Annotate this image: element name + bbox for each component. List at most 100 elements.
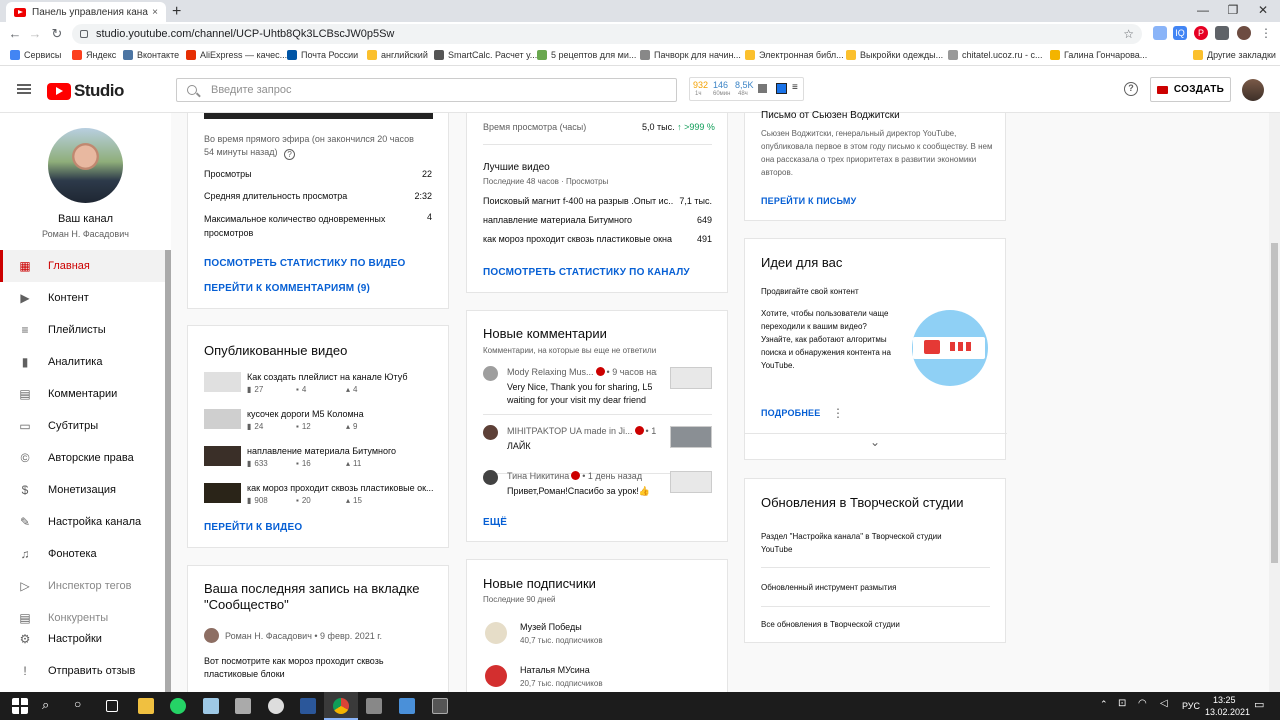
word-icon[interactable] bbox=[300, 698, 316, 714]
studio-logo[interactable]: Studio bbox=[47, 81, 124, 101]
close-window-button[interactable]: ✕ bbox=[1248, 3, 1278, 17]
view-video-stats-link[interactable]: ПОСМОТРЕТЬ СТАТИСТИКУ ПО ВИДЕО bbox=[204, 258, 406, 269]
subscriber-name[interactable]: Наталья МУсина bbox=[520, 665, 590, 675]
comment-author[interactable]: Mody Relaxing Mus... bbox=[507, 367, 594, 377]
update-item[interactable]: Все обновления в Творческой студии bbox=[761, 618, 971, 631]
bookmark-item[interactable]: 5 рецептов для ми... bbox=[537, 50, 636, 60]
sidebar-item-2[interactable]: ▶ Контент bbox=[0, 282, 165, 314]
more-comments-link[interactable]: ЕЩЁ bbox=[483, 517, 507, 528]
subscriber-avatar[interactable] bbox=[485, 665, 507, 687]
browser-menu-icon[interactable]: ⋮ bbox=[1259, 26, 1273, 40]
task-view-icon[interactable] bbox=[106, 700, 118, 712]
menu-lines-icon[interactable]: ≡ bbox=[792, 82, 798, 93]
comment-video-thumbnail[interactable] bbox=[670, 367, 712, 389]
app-icon[interactable] bbox=[268, 698, 284, 714]
sidebar-item-7[interactable]: © Авторские права bbox=[0, 442, 165, 474]
video-title[interactable]: как мороз проходит сквозь пластиковые ок… bbox=[247, 483, 437, 493]
file-explorer-icon[interactable] bbox=[138, 698, 154, 714]
subscriber-name[interactable]: Музей Победы bbox=[520, 622, 582, 632]
update-item[interactable]: Раздел "Настройка канала" в Творческой с… bbox=[761, 530, 971, 556]
account-avatar[interactable] bbox=[1242, 79, 1264, 101]
commenter-avatar[interactable] bbox=[483, 425, 498, 440]
top-video-title[interactable]: как мороз проходит сквозь пластиковые ок… bbox=[483, 234, 673, 244]
help-circle-icon[interactable]: ? bbox=[284, 149, 296, 160]
extensions-puzzle-icon[interactable] bbox=[1215, 26, 1229, 40]
comment-video-thumbnail[interactable] bbox=[670, 471, 712, 493]
notifications-icon[interactable]: ▭ bbox=[1254, 698, 1264, 711]
sidebar-scrollbar[interactable] bbox=[165, 250, 171, 692]
video-title[interactable]: Как создать плейлист на канале Ютуб bbox=[247, 372, 437, 382]
top-video-title[interactable]: Поисковый магнит f-400 на разрыв .Опыт и… bbox=[483, 196, 673, 206]
tray-up-arrow-icon[interactable]: ⌃ bbox=[1100, 699, 1108, 710]
update-item[interactable]: Обновленный инструмент размытия bbox=[761, 581, 971, 594]
comment-author[interactable]: Тина Никитина bbox=[507, 471, 569, 481]
bookmark-item[interactable]: AliExpress — качес... bbox=[186, 50, 287, 60]
more-options-icon[interactable]: ⋮ bbox=[832, 406, 844, 420]
reload-icon[interactable]: ↻ bbox=[46, 26, 68, 42]
realtime-stats-widget[interactable]: 932 1ч 146 60мин 8,5K 48ч ≡ bbox=[689, 77, 804, 101]
sidebar-item-10[interactable]: ♫ Фонотека bbox=[0, 538, 165, 570]
app-icon[interactable] bbox=[366, 698, 382, 714]
play-box-icon[interactable] bbox=[776, 83, 787, 94]
chrome-taskbar-item[interactable] bbox=[324, 692, 358, 720]
comment-video-thumbnail[interactable] bbox=[670, 426, 712, 448]
sidebar-item-8[interactable]: $ Монетизация bbox=[0, 474, 165, 506]
sidebar-item-6[interactable]: ▭ Субтитры bbox=[0, 410, 165, 442]
help-icon[interactable]: ? bbox=[1124, 82, 1138, 96]
sidebar-item-14[interactable]: ! Отправить отзыв bbox=[0, 655, 165, 687]
bookmark-item[interactable]: Яндекс bbox=[72, 50, 116, 60]
windows-start-icon[interactable] bbox=[12, 698, 28, 714]
sidebar-item-11[interactable]: ▷ Инспектор тегов bbox=[0, 570, 165, 602]
bar-chart-icon[interactable] bbox=[758, 84, 767, 93]
comment-author[interactable]: MIHITPAKTOP UA made in Ji... bbox=[507, 426, 633, 436]
create-button[interactable]: СОЗДАТЬ bbox=[1150, 77, 1231, 102]
live-thumbnail[interactable] bbox=[204, 113, 433, 119]
page-scrollbar-thumb[interactable] bbox=[1271, 243, 1278, 563]
channel-label[interactable]: Ваш канал bbox=[0, 213, 171, 225]
bookmark-item[interactable]: Другие закладки bbox=[1193, 50, 1276, 60]
extension-icon[interactable] bbox=[1153, 26, 1167, 40]
top-video-title[interactable]: наплавление материала Битумного bbox=[483, 215, 673, 225]
tab-close-icon[interactable]: × bbox=[152, 7, 158, 18]
learn-more-link[interactable]: ПОДРОБНЕЕ bbox=[761, 408, 820, 418]
bookmark-item[interactable]: Почта России bbox=[287, 50, 358, 60]
bookmark-item[interactable]: Сервисы bbox=[10, 50, 61, 60]
browser-tab[interactable]: Панель управления каналом - Y × bbox=[6, 2, 166, 22]
profile-avatar-icon[interactable] bbox=[1237, 26, 1251, 40]
expand-chevron-icon[interactable]: ⌄ bbox=[870, 435, 880, 449]
tray-wifi-icon[interactable]: ◠ bbox=[1138, 698, 1147, 709]
go-to-letter-link[interactable]: ПЕРЕЙТИ К ПИСЬМУ bbox=[761, 196, 856, 206]
commenter-avatar[interactable] bbox=[483, 366, 498, 381]
video-thumbnail[interactable] bbox=[204, 446, 241, 466]
bookmark-item[interactable]: chitatel.ucoz.ru - с... bbox=[948, 50, 1043, 60]
video-title[interactable]: кусочек дороги М5 Коломна bbox=[247, 409, 437, 419]
maximize-button[interactable]: ❐ bbox=[1218, 3, 1248, 17]
extension-iq-icon[interactable]: IQ bbox=[1173, 26, 1187, 40]
app-icon[interactable] bbox=[399, 698, 415, 714]
channel-avatar[interactable] bbox=[48, 128, 123, 203]
sidebar-item-9[interactable]: ✎ Настройка канала bbox=[0, 506, 165, 538]
go-to-comments-link[interactable]: ПЕРЕЙТИ К КОММЕНТАРИЯМ (9) bbox=[204, 283, 370, 294]
sidebar-item-5[interactable]: ▤ Комментарии bbox=[0, 378, 165, 410]
go-to-videos-link[interactable]: ПЕРЕЙТИ К ВИДЕО bbox=[204, 522, 302, 533]
bookmark-item[interactable]: Электронная библ... bbox=[745, 50, 844, 60]
search-taskbar-icon[interactable]: ⌕ bbox=[42, 697, 49, 713]
clock-date[interactable]: 13.02.2021 bbox=[1205, 707, 1250, 717]
app-icon[interactable] bbox=[203, 698, 219, 714]
video-thumbnail[interactable] bbox=[204, 372, 241, 392]
app-icon[interactable] bbox=[235, 698, 251, 714]
view-channel-stats-link[interactable]: ПОСМОТРЕТЬ СТАТИСТИКУ ПО КАНАЛУ bbox=[483, 267, 690, 278]
language-indicator[interactable]: РУС bbox=[1182, 701, 1200, 711]
calculator-icon[interactable] bbox=[432, 698, 448, 714]
video-title[interactable]: наплавление материала Битумного bbox=[247, 446, 437, 456]
bookmark-item[interactable]: SmartCalc. Расчет у... bbox=[434, 50, 537, 60]
hamburger-menu-icon[interactable] bbox=[17, 84, 31, 94]
back-arrow-icon[interactable]: ← bbox=[4, 26, 26, 41]
bookmark-item[interactable]: Вконтакте bbox=[123, 50, 179, 60]
bookmark-item[interactable]: Пачворк для начин... bbox=[640, 50, 741, 60]
sidebar-item-1[interactable]: ▦ Главная bbox=[0, 250, 165, 282]
cortana-icon[interactable]: ○ bbox=[74, 697, 81, 711]
bookmark-item[interactable]: Галина Гончарова... bbox=[1050, 50, 1147, 60]
new-tab-button[interactable]: + bbox=[172, 3, 181, 21]
sidebar-item-4[interactable]: ▮ Аналитика bbox=[0, 346, 165, 378]
